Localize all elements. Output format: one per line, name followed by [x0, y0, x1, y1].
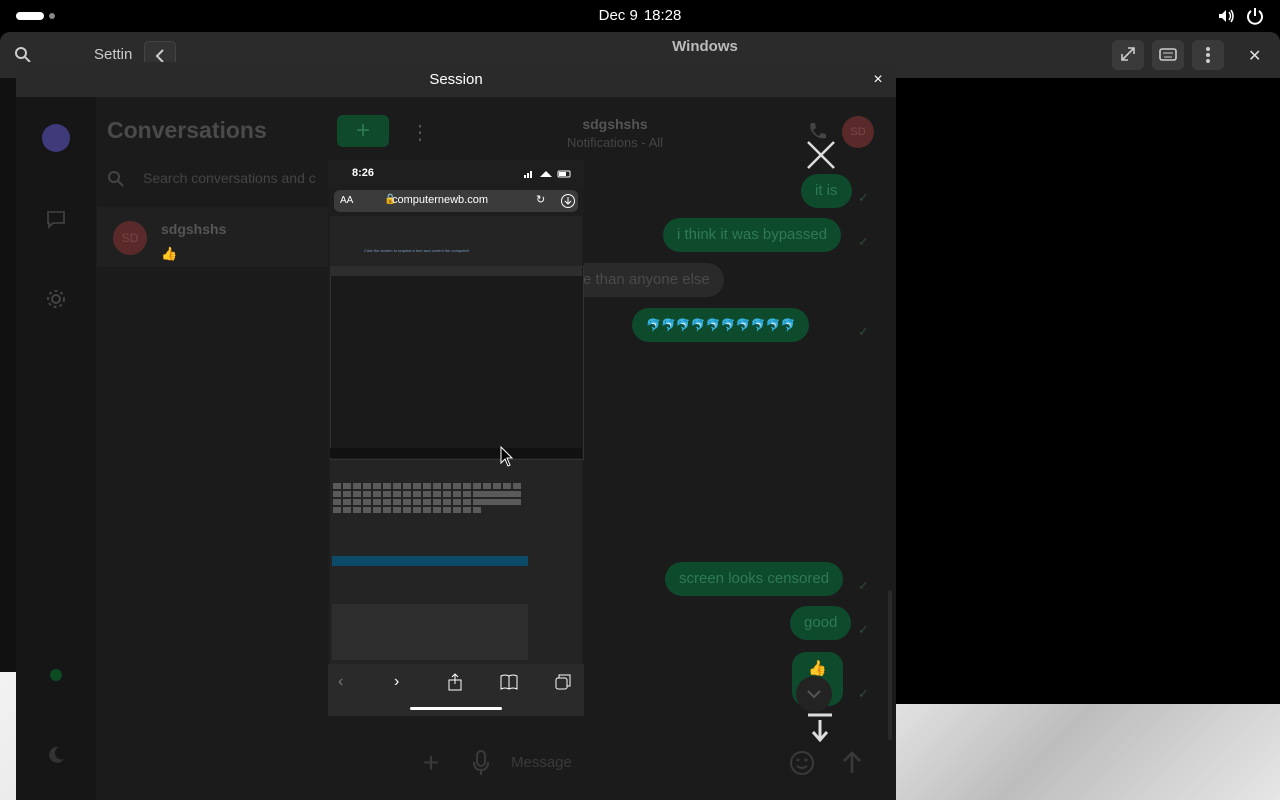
reader-button: AA — [340, 195, 354, 206]
menu-button[interactable] — [1192, 40, 1224, 70]
remote-turn-status — [332, 556, 528, 566]
close-icon: ✕ — [1248, 48, 1262, 65]
chat-sidebar-rail — [16, 97, 96, 800]
chat-bubble-icon[interactable] — [45, 208, 67, 230]
clock[interactable]: Dec 9 18:28 — [0, 7, 1280, 24]
read-receipt-icon: ✓ — [858, 190, 869, 205]
fullscreen-button[interactable] — [1112, 40, 1144, 70]
mouse-cursor-icon — [500, 446, 514, 467]
message-input[interactable]: Message — [511, 754, 572, 771]
chat-header-avatar[interactable]: SD — [842, 116, 874, 148]
attach-icon[interactable]: + — [416, 748, 446, 778]
tabs-icon — [555, 674, 571, 690]
message-bubble[interactable]: 🐬🐬🐬🐬🐬🐬🐬🐬🐬🐬 — [632, 308, 810, 342]
message-bubble[interactable]: good — [790, 606, 852, 640]
phone-url: computernewb.com — [392, 194, 488, 206]
onscreen-keyboard-arrows — [480, 490, 528, 540]
read-receipt-icon: ✓ — [858, 234, 869, 249]
send-icon[interactable] — [838, 749, 866, 777]
bookmarks-icon — [500, 674, 518, 690]
chat-scrollbar[interactable] — [888, 590, 892, 740]
window-close-button[interactable]: ✕ — [1248, 46, 1261, 66]
moon-icon[interactable] — [45, 744, 67, 766]
scroll-to-bottom-button[interactable] — [796, 676, 832, 712]
reload-icon: ↻ — [536, 194, 546, 206]
kebab-menu-icon: ⋮ — [410, 122, 430, 144]
session-dialog-title: Session — [429, 71, 483, 88]
phone-status-icons — [524, 170, 571, 178]
new-conversation-button[interactable]: + — [337, 115, 389, 147]
kebab-menu-icon — [1206, 47, 1210, 63]
chevron-down-icon — [807, 690, 821, 699]
phone-home-indicator — [410, 707, 502, 710]
chat-header-subtitle: Notifications - All — [566, 135, 664, 150]
remote-info-box — [332, 604, 528, 660]
conversation-avatar: SD — [113, 221, 147, 255]
keyboard-button[interactable] — [1152, 40, 1184, 70]
message-bubble[interactable]: it is — [801, 174, 852, 208]
search-placeholder: Search conversations and c — [143, 170, 316, 186]
settings-sidebar-title: Settin — [94, 46, 133, 63]
conversations-title: Conversations — [107, 117, 267, 143]
remote-browser-tabs — [330, 266, 582, 276]
message-bubble[interactable]: i think it was bypassed — [663, 218, 842, 252]
message-bubble[interactable]: screen looks censored — [665, 562, 844, 596]
search-icon — [108, 171, 124, 187]
remote-taskbar — [330, 448, 582, 458]
profile-avatar[interactable] — [42, 124, 70, 152]
remote-desktop-thumbnail — [330, 266, 584, 460]
gear-icon[interactable] — [45, 288, 67, 310]
message-bubble-incoming[interactable]: re than anyone else — [564, 263, 724, 297]
window-title: Windows — [672, 38, 738, 55]
read-receipt-icon: ✓ — [858, 578, 869, 593]
conversation-preview: 👍 — [161, 246, 178, 261]
conversation-name: sdgshshs — [161, 221, 227, 237]
volume-icon[interactable] — [1216, 6, 1236, 26]
phone-time: 8:26 — [352, 167, 375, 179]
download-icon — [561, 194, 575, 208]
forward-icon: › — [394, 673, 400, 690]
read-receipt-icon: ✓ — [858, 686, 869, 701]
download-icon[interactable] — [804, 712, 836, 744]
fullscreen-icon — [1121, 47, 1135, 61]
clock-date: Dec 9 — [598, 7, 638, 24]
conversation-search[interactable]: Search conversations and c — [107, 168, 337, 190]
more-options-button[interactable]: ⋮ — [410, 120, 430, 145]
back-icon: ‹ — [338, 673, 344, 690]
chat-header-name: sdgshshs — [582, 116, 648, 132]
read-receipt-icon: ✓ — [858, 622, 869, 637]
close-icon[interactable] — [804, 138, 838, 172]
clock-time: 18:28 — [643, 7, 682, 24]
read-receipt-icon: ✓ — [858, 324, 869, 339]
remote-screen-area — [896, 78, 1280, 704]
session-close-button[interactable]: × — [866, 69, 890, 91]
power-icon[interactable] — [1245, 6, 1265, 26]
keyboard-icon — [1159, 48, 1177, 61]
share-icon — [448, 673, 462, 691]
phone-page-hint: Click the screen to request a turn and c… — [364, 248, 470, 253]
online-status-dot — [50, 669, 62, 681]
emoji-icon[interactable] — [788, 749, 816, 777]
microphone-icon[interactable] — [470, 748, 492, 778]
